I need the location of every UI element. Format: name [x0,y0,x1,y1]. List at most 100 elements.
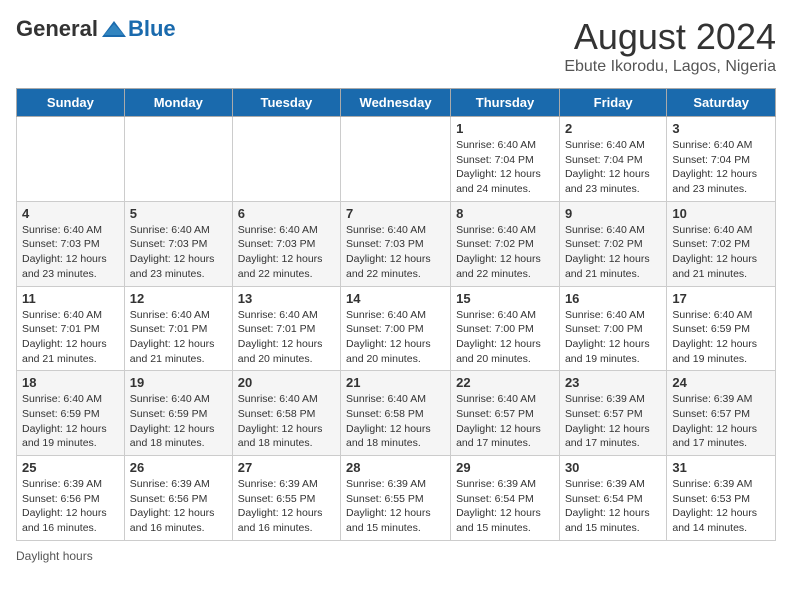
calendar-cell: 4 Sunrise: 6:40 AM Sunset: 7:03 PM Daylig… [17,201,125,286]
day-info: Sunrise: 6:40 AM Sunset: 7:00 PM Dayligh… [565,308,661,367]
day-number: 31 [672,460,770,475]
day-info: Sunrise: 6:40 AM Sunset: 7:03 PM Dayligh… [238,223,335,282]
calendar-cell [341,117,451,202]
calendar-cell: 22Sunrise: 6:40 AM Sunset: 6:57 PM Dayli… [451,371,560,456]
day-info: Sunrise: 6:40 AM Sunset: 6:59 PM Dayligh… [672,308,770,367]
calendar-cell: 16 Sunrise: 6:40 AM Sunset: 7:00 PM Dayli… [559,286,666,371]
calendar-cell: 5 Sunrise: 6:40 AM Sunset: 7:03 PM Daylig… [124,201,232,286]
day-number: 23 [565,375,661,390]
day-number: 6 [238,206,335,221]
day-info: Sunrise: 6:40 AM Sunset: 7:01 PM Dayligh… [22,308,119,367]
calendar-day-header: Wednesday [341,89,451,117]
day-info: Sunrise: 6:39 AM Sunset: 6:56 PM Dayligh… [22,477,119,536]
calendar-table: SundayMondayTuesdayWednesdayThursdayFrid… [16,88,776,541]
header: General Blue August 2024 Ebute Ikorodu, … [16,16,776,76]
calendar-cell: 17Sunrise: 6:40 AM Sunset: 6:59 PM Dayli… [667,286,776,371]
day-number: 11 [22,291,119,306]
day-info: Sunrise: 6:40 AM Sunset: 6:58 PM Dayligh… [346,392,445,451]
day-info: Sunrise: 6:39 AM Sunset: 6:54 PM Dayligh… [456,477,554,536]
day-info: Sunrise: 6:40 AM Sunset: 6:59 PM Dayligh… [130,392,227,451]
day-info: Sunrise: 6:40 AM Sunset: 6:58 PM Dayligh… [238,392,335,451]
day-number: 21 [346,375,445,390]
calendar-cell: 1 Sunrise: 6:40 AM Sunset: 7:04 PM Daylig… [451,117,560,202]
day-number: 26 [130,460,227,475]
page-title: August 2024 [564,16,776,58]
day-info: Sunrise: 6:40 AM Sunset: 7:04 PM Dayligh… [456,138,554,197]
calendar-week-row: 11 Sunrise: 6:40 AM Sunset: 7:01 PM Dayli… [17,286,776,371]
day-number: 10 [672,206,770,221]
day-number: 13 [238,291,335,306]
day-info: Sunrise: 6:40 AM Sunset: 7:00 PM Dayligh… [346,308,445,367]
day-number: 7 [346,206,445,221]
calendar-cell: 15Sunrise: 6:40 AM Sunset: 7:00 PM Dayli… [451,286,560,371]
calendar-cell: 9 Sunrise: 6:40 AM Sunset: 7:02 PM Daylig… [559,201,666,286]
day-info: Sunrise: 6:39 AM Sunset: 6:57 PM Dayligh… [672,392,770,451]
day-number: 29 [456,460,554,475]
day-number: 19 [130,375,227,390]
calendar-cell: 13Sunrise: 6:40 AM Sunset: 7:01 PM Dayli… [232,286,340,371]
day-number: 4 [22,206,119,221]
calendar-day-header: Tuesday [232,89,340,117]
calendar-body: 1 Sunrise: 6:40 AM Sunset: 7:04 PM Daylig… [17,117,776,541]
calendar-cell: 12Sunrise: 6:40 AM Sunset: 7:01 PM Dayli… [124,286,232,371]
day-number: 8 [456,206,554,221]
day-info: Sunrise: 6:40 AM Sunset: 7:04 PM Dayligh… [565,138,661,197]
footer-note: Daylight hours [16,549,776,563]
calendar-cell: 14 Sunrise: 6:40 AM Sunset: 7:00 PM Dayli… [341,286,451,371]
day-number: 28 [346,460,445,475]
day-info: Sunrise: 6:39 AM Sunset: 6:55 PM Dayligh… [346,477,445,536]
day-number: 9 [565,206,661,221]
logo-icon [100,19,128,39]
day-info: Sunrise: 6:40 AM Sunset: 7:02 PM Dayligh… [672,223,770,282]
day-number: 20 [238,375,335,390]
day-number: 24 [672,375,770,390]
calendar-day-header: Saturday [667,89,776,117]
calendar-cell: 3Sunrise: 6:40 AM Sunset: 7:04 PM Daylig… [667,117,776,202]
calendar-cell: 21 Sunrise: 6:40 AM Sunset: 6:58 PM Dayli… [341,371,451,456]
calendar-cell: 29 Sunrise: 6:39 AM Sunset: 6:54 PM Dayli… [451,456,560,541]
day-number: 18 [22,375,119,390]
day-number: 30 [565,460,661,475]
day-info: Sunrise: 6:39 AM Sunset: 6:57 PM Dayligh… [565,392,661,451]
day-info: Sunrise: 6:40 AM Sunset: 7:02 PM Dayligh… [456,223,554,282]
day-info: Sunrise: 6:40 AM Sunset: 7:03 PM Dayligh… [130,223,227,282]
title-area: August 2024 Ebute Ikorodu, Lagos, Nigeri… [564,16,776,76]
day-info: Sunrise: 6:40 AM Sunset: 7:03 PM Dayligh… [22,223,119,282]
day-info: Sunrise: 6:39 AM Sunset: 6:55 PM Dayligh… [238,477,335,536]
day-info: Sunrise: 6:39 AM Sunset: 6:56 PM Dayligh… [130,477,227,536]
calendar-header-row: SundayMondayTuesdayWednesdayThursdayFrid… [17,89,776,117]
day-number: 16 [565,291,661,306]
calendar-cell: 28 Sunrise: 6:39 AM Sunset: 6:55 PM Dayli… [341,456,451,541]
day-info: Sunrise: 6:40 AM Sunset: 7:02 PM Dayligh… [565,223,661,282]
calendar-cell: 6 Sunrise: 6:40 AM Sunset: 7:03 PM Daylig… [232,201,340,286]
day-number: 5 [130,206,227,221]
day-info: Sunrise: 6:39 AM Sunset: 6:54 PM Dayligh… [565,477,661,536]
calendar-cell: 24 Sunrise: 6:39 AM Sunset: 6:57 PM Dayli… [667,371,776,456]
calendar-cell: 31Sunrise: 6:39 AM Sunset: 6:53 PM Dayli… [667,456,776,541]
calendar-cell: 25 Sunrise: 6:39 AM Sunset: 6:56 PM Dayli… [17,456,125,541]
day-info: Sunrise: 6:40 AM Sunset: 7:04 PM Dayligh… [672,138,770,197]
day-info: Sunrise: 6:40 AM Sunset: 7:01 PM Dayligh… [130,308,227,367]
page-subtitle: Ebute Ikorodu, Lagos, Nigeria [564,58,776,76]
calendar-week-row: 25 Sunrise: 6:39 AM Sunset: 6:56 PM Dayli… [17,456,776,541]
calendar-cell: 7Sunrise: 6:40 AM Sunset: 7:03 PM Daylig… [341,201,451,286]
day-number: 14 [346,291,445,306]
calendar-cell: 11 Sunrise: 6:40 AM Sunset: 7:01 PM Dayli… [17,286,125,371]
calendar-cell: 27 Sunrise: 6:39 AM Sunset: 6:55 PM Dayli… [232,456,340,541]
calendar-cell: 30 Sunrise: 6:39 AM Sunset: 6:54 PM Dayli… [559,456,666,541]
day-number: 27 [238,460,335,475]
logo-blue-text: Blue [128,16,176,42]
calendar-week-row: 18 Sunrise: 6:40 AM Sunset: 6:59 PM Dayli… [17,371,776,456]
calendar-cell [124,117,232,202]
calendar-cell [17,117,125,202]
calendar-day-header: Monday [124,89,232,117]
day-number: 1 [456,121,554,136]
calendar-cell: 23 Sunrise: 6:39 AM Sunset: 6:57 PM Dayli… [559,371,666,456]
day-number: 2 [565,121,661,136]
calendar-cell: 18 Sunrise: 6:40 AM Sunset: 6:59 PM Dayli… [17,371,125,456]
day-number: 25 [22,460,119,475]
calendar-cell: 8 Sunrise: 6:40 AM Sunset: 7:02 PM Daylig… [451,201,560,286]
calendar-day-header: Thursday [451,89,560,117]
logo: General Blue [16,16,176,42]
day-info: Sunrise: 6:40 AM Sunset: 6:59 PM Dayligh… [22,392,119,451]
